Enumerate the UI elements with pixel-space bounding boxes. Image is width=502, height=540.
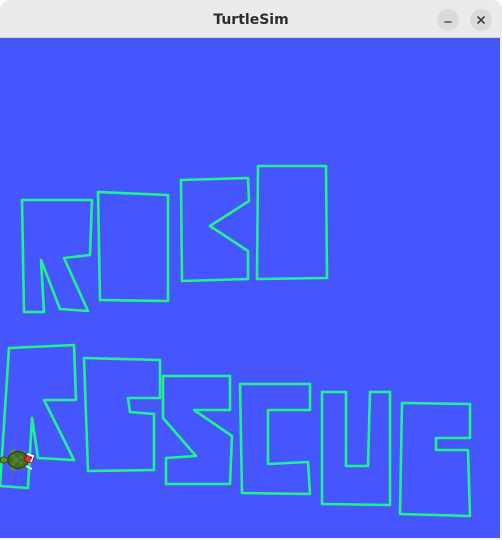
minimize-icon: [444, 21, 452, 23]
close-button[interactable]: [470, 9, 492, 31]
title-bar[interactable]: TurtleSim: [0, 0, 502, 38]
canvas-background: [0, 38, 500, 538]
close-icon: [476, 15, 486, 25]
minimize-button[interactable]: [437, 9, 459, 31]
window-title: TurtleSim: [213, 12, 289, 28]
turtlesim-window: TurtleSim: [0, 0, 502, 540]
turtle-canvas: [0, 38, 500, 538]
